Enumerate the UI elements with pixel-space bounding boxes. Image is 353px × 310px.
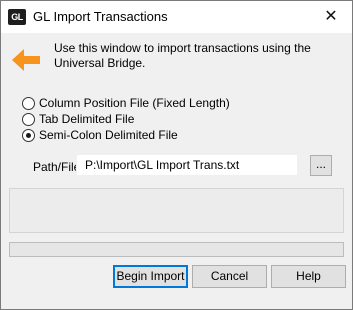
radio-column-position[interactable]: Column Position File (Fixed Length) <box>22 95 230 111</box>
browse-button[interactable]: ... <box>310 155 332 176</box>
radio-button[interactable] <box>22 112 35 126</box>
message-area <box>9 188 344 233</box>
progress-bar <box>9 242 344 257</box>
radio-semicolon-delimited[interactable]: Semi-Colon Delimited File <box>22 127 178 143</box>
radio-button[interactable] <box>22 96 35 110</box>
path-file-input[interactable]: P:\Import\GL Import Trans.txt <box>76 154 298 176</box>
import-window: GL GL Import Transactions ✕ Use this win… <box>0 0 353 310</box>
path-file-label: Path/File <box>33 160 81 174</box>
window-title: GL Import Transactions <box>33 9 168 24</box>
radio-button-selected[interactable] <box>22 128 35 142</box>
left-arrow-icon <box>12 49 40 71</box>
intro-text: Use this window to import transactions u… <box>54 41 311 70</box>
title-bar: GL GL Import Transactions ✕ <box>1 1 352 33</box>
radio-tab-delimited[interactable]: Tab Delimited File <box>22 111 134 127</box>
radio-label: Semi-Colon Delimited File <box>39 128 178 142</box>
cancel-button[interactable]: Cancel <box>192 265 267 288</box>
begin-import-button[interactable]: Begin Import <box>113 265 188 288</box>
app-logo-icon: GL <box>8 9 26 25</box>
radio-label: Column Position File (Fixed Length) <box>39 96 230 110</box>
close-button[interactable]: ✕ <box>316 5 346 29</box>
help-button[interactable]: Help <box>271 265 346 288</box>
radio-label: Tab Delimited File <box>39 112 135 126</box>
